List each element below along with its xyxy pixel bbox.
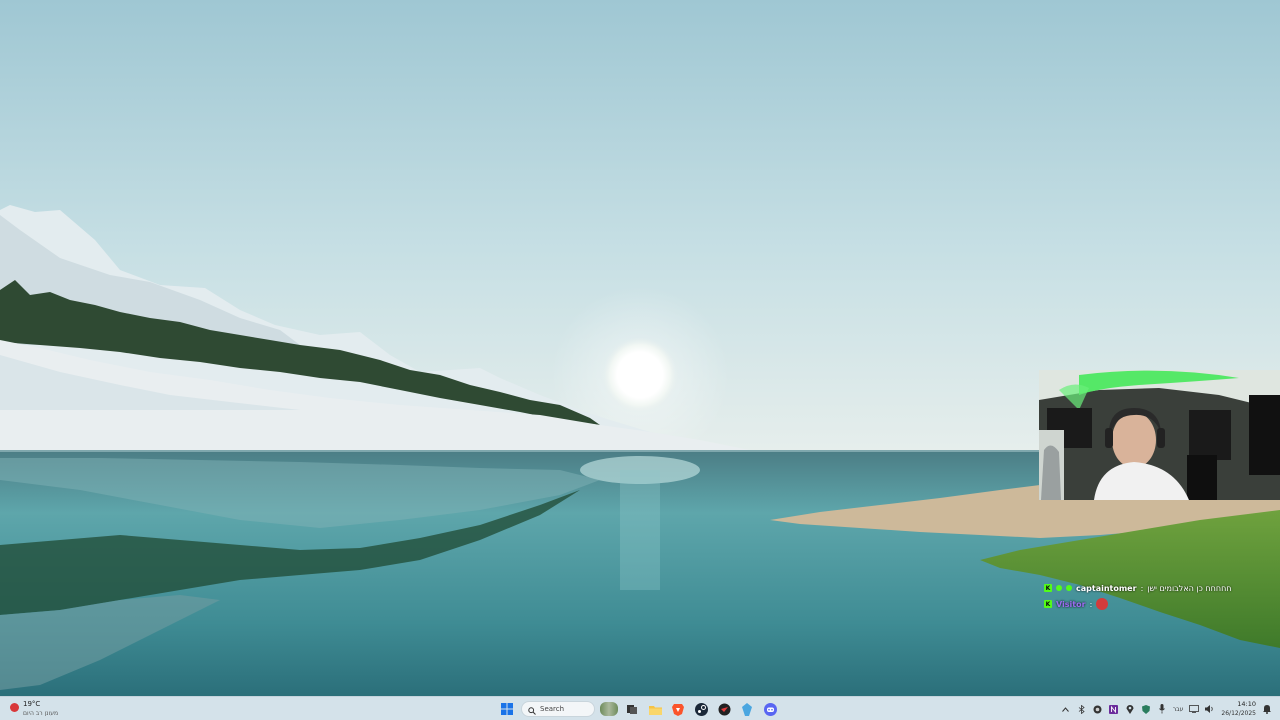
microphone-icon[interactable] — [1157, 704, 1167, 714]
weather-widget[interactable]: 19°C מעונן רב היום — [10, 700, 58, 718]
taskbar: 19°C מעונן רב היום Search עבר 14:10 26/1… — [0, 696, 1280, 720]
chat-separator: : — [1140, 583, 1144, 593]
chat-separator: : — [1089, 599, 1093, 609]
chat-username: captaintomer — [1076, 583, 1137, 593]
chat-badge: K — [1044, 600, 1052, 608]
weather-temperature: 19°C — [23, 700, 41, 708]
copilot-icon[interactable] — [738, 700, 756, 718]
app-n-icon[interactable] — [1109, 704, 1119, 714]
webcam-overlay — [1039, 370, 1280, 500]
volume-icon[interactable] — [1205, 704, 1215, 714]
brave-browser-icon[interactable] — [669, 700, 687, 718]
clock[interactable]: 14:10 26/12/2025 — [1221, 700, 1256, 718]
file-explorer-icon[interactable] — [646, 700, 664, 718]
obs-icon[interactable] — [1093, 704, 1103, 714]
bluetooth-icon[interactable] — [1077, 704, 1087, 714]
windows-start-icon[interactable] — [498, 700, 516, 718]
search-placeholder: Search — [540, 705, 565, 713]
stream-chat-overlay: K captaintomer : חחחחח כן האלבומים ישן K… — [1044, 580, 1280, 612]
weather-alert-icon — [10, 702, 19, 712]
clock-date: 26/12/2025 — [1221, 710, 1256, 717]
chat-username: Visitor — [1056, 599, 1086, 609]
taskbar-apps: Search — [498, 699, 779, 719]
location-icon[interactable] — [1125, 704, 1135, 714]
discord-icon[interactable] — [761, 700, 779, 718]
chat-message: K captaintomer : חחחחח כן האלבומים ישן — [1044, 580, 1280, 596]
gift-badge-icon — [1066, 585, 1072, 591]
red-emote-icon — [1096, 598, 1109, 610]
chat-app-icon[interactable] — [715, 700, 733, 718]
chevron-up-icon[interactable] — [1061, 704, 1071, 714]
task-view-icon[interactable] — [623, 700, 641, 718]
search-icon — [528, 700, 536, 719]
network-icon[interactable] — [1189, 704, 1200, 714]
system-tray: עבר 14:10 26/12/2025 — [1061, 699, 1272, 719]
language-indicator[interactable]: עבר — [1173, 706, 1184, 713]
notification-bell-icon[interactable] — [1262, 704, 1272, 714]
weather-condition: מעונן רב היום — [23, 710, 59, 717]
chat-text: חחחחח כן האלבומים ישן — [1147, 583, 1232, 593]
chat-badge: K — [1044, 584, 1052, 592]
subscriber-badge-icon — [1056, 585, 1062, 591]
taskbar-search-box[interactable]: Search — [521, 701, 595, 717]
clock-time: 14:10 — [1237, 700, 1256, 708]
chat-message: K Visitor : — [1044, 596, 1280, 612]
search-highlight-widget[interactable] — [600, 700, 618, 718]
steam-icon[interactable] — [692, 700, 710, 718]
shield-icon[interactable] — [1141, 704, 1151, 714]
